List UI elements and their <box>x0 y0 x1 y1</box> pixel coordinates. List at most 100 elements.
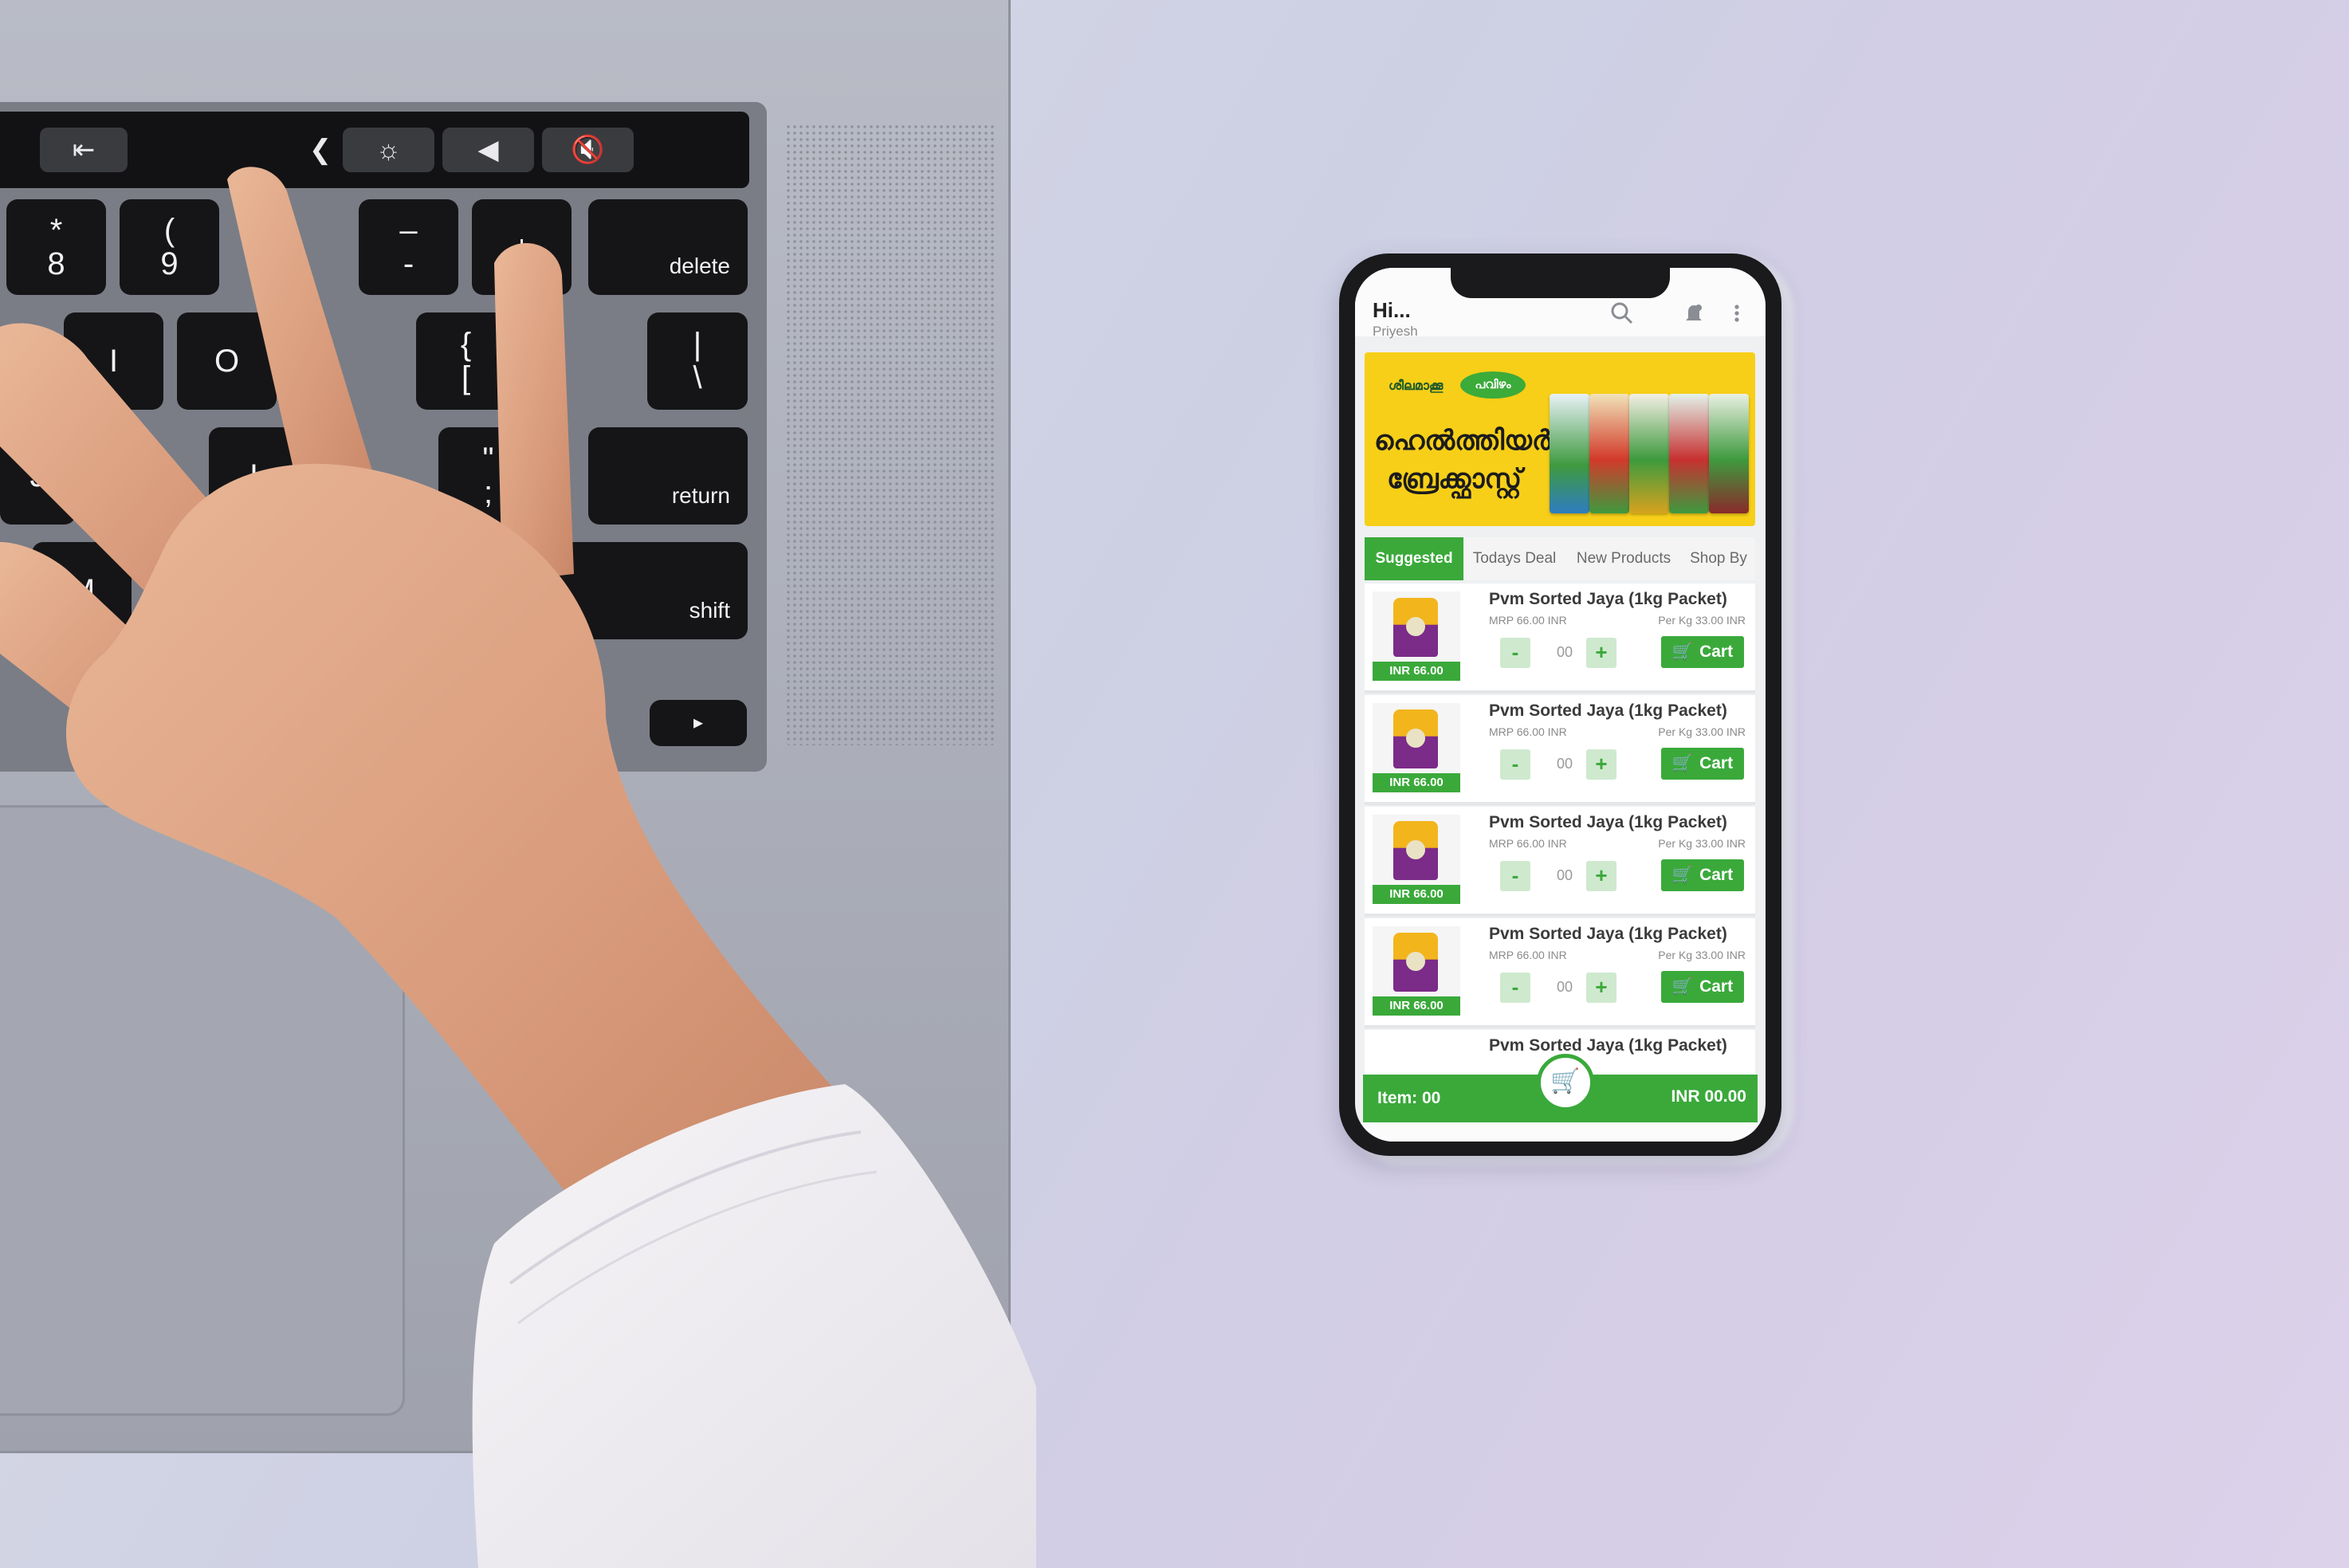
product-image[interactable]: INR 66.00 <box>1373 815 1460 904</box>
key-bottom-legend: - <box>403 246 414 281</box>
qty-decrement-button[interactable]: - <box>1500 749 1530 780</box>
product-name[interactable]: Pvm Sorted Jaya (1kg Packet) <box>1489 1036 1727 1055</box>
category-tabs: Suggested Todays Deal New Products Shop … <box>1365 537 1755 580</box>
product-price: INR 66.00 <box>1373 885 1460 904</box>
tab-suggested[interactable]: Suggested <box>1365 537 1463 580</box>
product-row[interactable]: INR 66.00 Pvm Sorted Jaya (1kg Packet) M… <box>1365 918 1755 1028</box>
rice-bag-icon <box>1393 933 1438 992</box>
key-semicolon[interactable]: "; <box>438 427 538 525</box>
product-price: INR 66.00 <box>1373 662 1460 681</box>
add-to-cart-button[interactable]: 🛒 Cart <box>1661 636 1744 668</box>
key-backslash[interactable]: | \ <box>647 312 748 410</box>
touchbar-chevron-icon[interactable]: ❮ <box>303 128 338 172</box>
key-minus[interactable]: – - <box>359 199 458 295</box>
product-image[interactable]: INR 66.00 <box>1373 703 1460 792</box>
key-return[interactable]: return <box>588 427 748 525</box>
cart-icon[interactable]: 🛒 <box>1537 1054 1594 1111</box>
tab-new-products[interactable]: New Products <box>1565 537 1682 580</box>
add-to-cart-button[interactable]: 🛒 Cart <box>1661 859 1744 891</box>
user-name: Priyesh <box>1373 324 1418 339</box>
product-row[interactable]: INR 66.00 Pvm Sorted Jaya (1kg Packet) M… <box>1365 807 1755 917</box>
product-row[interactable]: INR 66.00 Pvm Sorted Jaya (1kg Packet) M… <box>1365 695 1755 805</box>
search-icon[interactable] <box>1609 301 1636 328</box>
key-bottom-legend: ⌘ <box>177 683 210 719</box>
key-8[interactable]: * 8 <box>6 199 106 295</box>
product-pack-image <box>1629 394 1669 513</box>
key-bottom-legend: delete <box>669 253 730 278</box>
tab-shop-by[interactable]: Shop By <box>1682 537 1755 580</box>
key-shift[interactable]: shift <box>509 542 748 639</box>
key-command[interactable]: ⌘ <box>143 655 243 747</box>
key-i[interactable]: I <box>64 312 163 410</box>
product-name[interactable]: Pvm Sorted Jaya (1kg Packet) <box>1489 813 1727 832</box>
qty-decrement-button[interactable]: - <box>1500 861 1530 891</box>
key-greater-than[interactable]: > <box>263 542 363 639</box>
product-mrp: MRP 66.00 INR <box>1489 725 1567 738</box>
cart-icon: 🛒 <box>1671 643 1694 661</box>
product-pack-image <box>1709 394 1749 513</box>
smartphone: Hi... Priyesh ശീലമാക്കൂ പവിഴം ഹെൽത്തിയർ … <box>1339 253 1781 1156</box>
touchbar-blank[interactable] <box>682 128 745 172</box>
key-top-legend: { <box>460 327 472 362</box>
key-top-legend: + <box>512 230 532 265</box>
cart-summary-bar[interactable]: Item: 00 🛒 INR 00.00 <box>1363 1054 1758 1122</box>
product-mrp: MRP 66.00 INR <box>1489 614 1567 627</box>
product-name[interactable]: Pvm Sorted Jaya (1kg Packet) <box>1489 590 1727 609</box>
product-row[interactable]: INR 66.00 Pvm Sorted Jaya (1kg Packet) M… <box>1365 584 1755 694</box>
product-pack-image <box>1589 394 1629 513</box>
add-to-cart-button[interactable]: 🛒 Cart <box>1661 971 1744 1003</box>
qty-increment-button[interactable]: + <box>1586 749 1616 780</box>
product-per-kg: Per Kg 33.00 INR <box>1658 837 1746 850</box>
qty-value: 00 <box>1556 644 1573 660</box>
cart-total: INR 00.00 <box>1671 1087 1746 1106</box>
qty-value: 00 <box>1556 867 1573 883</box>
key-m[interactable]: M <box>32 542 132 639</box>
notification-icon[interactable] <box>1680 301 1707 328</box>
key-l[interactable]: L <box>209 427 308 525</box>
qty-increment-button[interactable]: + <box>1586 638 1616 668</box>
cart-icon: 🛒 <box>1671 866 1694 884</box>
cart-button-label: Cart <box>1699 866 1734 884</box>
key-top-legend: ( <box>163 213 175 248</box>
key-j[interactable]: J <box>0 427 76 525</box>
product-per-kg: Per Kg 33.00 INR <box>1658 725 1746 738</box>
product-image[interactable]: INR 66.00 <box>1373 926 1460 1016</box>
key-top-legend: | <box>693 327 702 362</box>
trackpad[interactable] <box>0 805 405 1416</box>
cart-button-label: Cart <box>1699 977 1734 996</box>
more-vertical-icon[interactable] <box>1723 301 1750 328</box>
key-bottom-legend: \ <box>693 360 702 395</box>
key-bottom-legend: I <box>108 344 119 379</box>
product-pack-image <box>1669 394 1709 513</box>
rice-bag-icon <box>1393 598 1438 657</box>
key-9[interactable]: (9 <box>120 199 219 295</box>
key-arrow-right[interactable]: ▸ <box>650 700 747 746</box>
touchbar-volume-icon[interactable]: ◀ <box>442 128 534 172</box>
qty-decrement-button[interactable]: - <box>1500 973 1530 1003</box>
product-per-kg: Per Kg 33.00 INR <box>1658 949 1746 961</box>
touch-bar[interactable]: ⇤ ❮ ☼ ◀ 🔇 <box>0 112 749 188</box>
tab-todays-deal[interactable]: Todays Deal <box>1463 537 1565 580</box>
product-name[interactable]: Pvm Sorted Jaya (1kg Packet) <box>1489 925 1727 944</box>
key-plus[interactable]: + <box>472 199 572 295</box>
product-price: INR 66.00 <box>1373 773 1460 792</box>
qty-increment-button[interactable]: + <box>1586 973 1616 1003</box>
key-bottom-legend: O <box>214 344 240 379</box>
product-name[interactable]: Pvm Sorted Jaya (1kg Packet) <box>1489 701 1727 721</box>
cart-button-label: Cart <box>1699 643 1734 661</box>
touchbar-mute-icon[interactable]: 🔇 <box>542 128 634 172</box>
key-delete[interactable]: delete <box>588 199 748 295</box>
qty-value: 00 <box>1556 979 1573 995</box>
key-top-legend: – <box>399 213 418 248</box>
product-image[interactable]: INR 66.00 <box>1373 591 1460 681</box>
touchbar-skip-back-icon[interactable]: ⇤ <box>40 128 128 172</box>
key-o[interactable]: O <box>177 312 277 410</box>
add-to-cart-button[interactable]: 🛒 Cart <box>1661 748 1744 780</box>
key-bracket[interactable]: {[ <box>416 312 516 410</box>
qty-increment-button[interactable]: + <box>1586 861 1616 891</box>
key-bottom-legend: shift <box>689 597 730 623</box>
promo-banner[interactable]: ശീലമാക്കൂ പവിഴം ഹെൽത്തിയർ ബ്രേക്ക്ഫാസ്റ്… <box>1365 352 1755 526</box>
touchbar-brightness-icon[interactable]: ☼ <box>343 128 434 172</box>
key-bottom-legend: 9 <box>160 246 179 281</box>
qty-decrement-button[interactable]: - <box>1500 638 1530 668</box>
